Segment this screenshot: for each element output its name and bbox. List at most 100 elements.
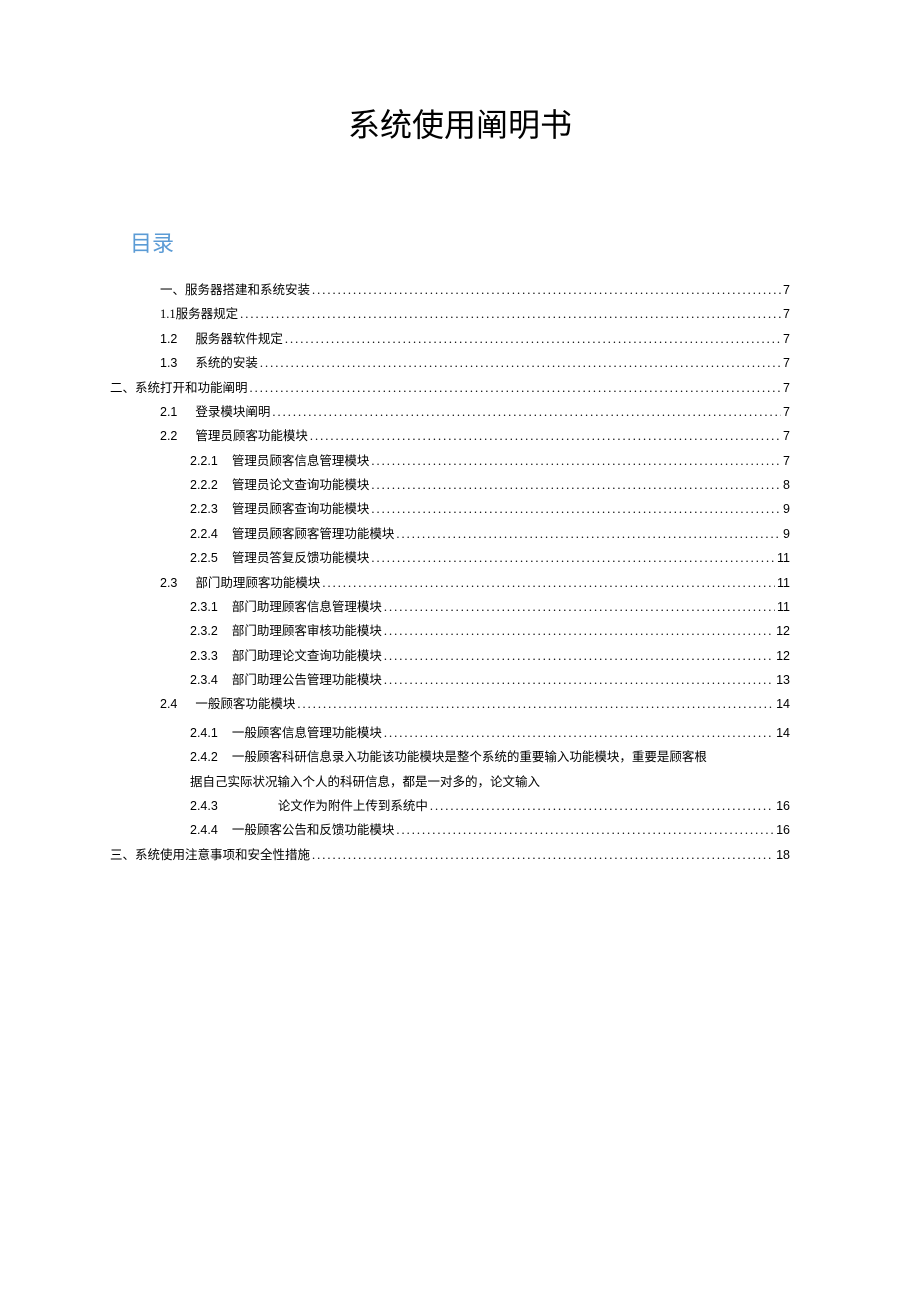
toc-entry: 1.1服务器规定 7 <box>130 302 790 326</box>
toc-label: 部门助理公告管理功能模块 <box>232 668 382 692</box>
toc-page: 16 <box>776 794 790 818</box>
toc-entry: 2.2.3 管理员顾客查询功能模块 9 <box>130 497 790 521</box>
toc-num: 2.2.2 <box>190 473 218 497</box>
toc-page: 11 <box>777 546 790 570</box>
toc-entry: 2.3 部门助理顾客功能模块 11 <box>130 571 790 595</box>
toc-page: 11 <box>777 571 790 595</box>
toc-page: 18 <box>776 843 790 867</box>
toc-entry: 二、系统打开和功能阐明 7 <box>110 376 790 400</box>
toc-entry: 2.4.4 一般顾客公告和反馈功能模块 16 <box>130 818 790 842</box>
toc-page: 16 <box>776 818 790 842</box>
toc-leader <box>371 449 781 473</box>
toc-page: 14 <box>776 721 790 745</box>
toc-num: 2.2.5 <box>190 546 218 570</box>
toc-entry: 2.3.3 部门助理论文查询功能模块 12 <box>130 644 790 668</box>
toc-num: 2.3.3 <box>190 644 218 668</box>
toc-entry: 一、服务器搭建和系统安装 7 <box>130 278 790 302</box>
toc-leader <box>312 278 781 302</box>
toc-page: 11 <box>777 595 790 619</box>
toc-label: 一般顾客功能模块 <box>195 692 295 716</box>
toc-num: 三、 <box>110 848 135 862</box>
toc-num: 2.4.1 <box>190 721 218 745</box>
toc-page: 7 <box>783 449 790 473</box>
toc-page: 9 <box>783 522 790 546</box>
toc-leader <box>312 843 774 867</box>
toc-num: 2.2.4 <box>190 522 218 546</box>
toc-entry: 三、系统使用注意事项和安全性措施 18 <box>110 843 790 867</box>
toc-page: 8 <box>783 473 790 497</box>
toc-label: 管理员答复反馈功能模块 <box>232 546 370 570</box>
toc-label: 管理员顾客查询功能模块 <box>232 497 370 521</box>
toc-leader <box>250 376 782 400</box>
toc-entry: 2.3.1 部门助理顾客信息管理模块 11 <box>130 595 790 619</box>
toc-num: 2.3.1 <box>190 595 218 619</box>
toc-page: 7 <box>783 400 790 424</box>
toc-label: 管理员论文查询功能模块 <box>232 473 370 497</box>
toc-page: 9 <box>783 497 790 521</box>
toc-num: 2.3.2 <box>190 619 218 643</box>
toc-entry: 2.2.5 管理员答复反馈功能模块 11 <box>130 546 790 570</box>
toc-entry: 2.4.1 一般顾客信息管理功能模块 14 <box>130 721 790 745</box>
toc-page: 14 <box>776 692 790 716</box>
toc-entry: 2.2.1 管理员顾客信息管理模块 7 <box>130 449 790 473</box>
toc-leader <box>272 400 781 424</box>
toc-label: 管理员顾客顾客管理功能模块 <box>232 522 395 546</box>
toc-page: 12 <box>776 644 790 668</box>
toc-num: 1.3 <box>160 351 177 375</box>
toc-num: 一、 <box>160 283 185 297</box>
toc-entry: 1.3 系统的安装 7 <box>130 351 790 375</box>
toc-leader <box>310 424 781 448</box>
toc-leader <box>384 668 774 692</box>
toc-label: 管理员顾客信息管理模块 <box>232 449 370 473</box>
toc-num: 2.4 <box>160 692 177 716</box>
toc-entry: 2.4 一般顾客功能模块 14 <box>130 692 790 716</box>
toc-entry-continuation: 据自己实际状况输入个人的科研信息，都是一对多的，论文输入 <box>130 770 790 794</box>
toc-leader <box>396 522 781 546</box>
toc-num: 2.3.4 <box>190 668 218 692</box>
toc-entry: 2.1 登录模块阐明 7 <box>130 400 790 424</box>
toc-num: 2.2.3 <box>190 497 218 521</box>
toc-leader <box>285 327 781 351</box>
toc-num: 2.4.4 <box>190 818 218 842</box>
toc-label: 服务器软件规定 <box>195 327 283 351</box>
toc-label: 一般顾客信息管理功能模块 <box>232 721 382 745</box>
toc-label: 部门助理顾客审核功能模块 <box>232 619 382 643</box>
toc-page: 7 <box>783 302 790 326</box>
document-title: 系统使用阐明书 <box>130 100 790 146</box>
toc-leader <box>430 794 774 818</box>
toc-label: 系统使用注意事项和安全性措施 <box>135 848 310 862</box>
toc-num: 2.2.1 <box>190 449 218 473</box>
toc-leader <box>384 721 774 745</box>
toc-num: 2.1 <box>160 400 177 424</box>
toc-label: 管理员顾客功能模块 <box>195 424 308 448</box>
toc-num: 二、 <box>110 381 135 395</box>
toc-label: 部门助理顾客功能模块 <box>195 571 320 595</box>
toc-label: 一般顾客科研信息录入功能该功能模块是整个系统的重要输入功能模块，重要是顾客根 <box>232 745 707 769</box>
toc-leader <box>396 818 774 842</box>
toc-label: 登录模块阐明 <box>195 400 270 424</box>
toc-leader <box>384 619 774 643</box>
toc-num: 2.2 <box>160 424 177 448</box>
toc-label: 系统的安装 <box>195 351 258 375</box>
table-of-contents: 一、服务器搭建和系统安装 7 1.1服务器规定 7 1.2 服务器软件规定 7 … <box>130 278 790 867</box>
toc-entry: 2.2.4 管理员顾客顾客管理功能模块 9 <box>130 522 790 546</box>
toc-num: 2.4.3 <box>190 794 218 818</box>
toc-page: 7 <box>783 327 790 351</box>
toc-page: 7 <box>783 424 790 448</box>
toc-entry: 2.2 管理员顾客功能模块 7 <box>130 424 790 448</box>
toc-leader <box>240 302 781 326</box>
toc-page: 12 <box>776 619 790 643</box>
toc-entry: 2.2.2 管理员论文查询功能模块 8 <box>130 473 790 497</box>
toc-page: 7 <box>783 278 790 302</box>
toc-page: 7 <box>783 376 790 400</box>
toc-num: 1.1 <box>160 307 176 321</box>
toc-leader <box>371 473 781 497</box>
toc-leader <box>260 351 781 375</box>
toc-leader <box>322 571 775 595</box>
document-page: 系统使用阐明书 目录 一、服务器搭建和系统安装 7 1.1服务器规定 7 1.2… <box>0 0 920 927</box>
toc-heading: 目录 <box>130 226 790 258</box>
toc-leader <box>371 497 781 521</box>
toc-entry: 2.3.4 部门助理公告管理功能模块 13 <box>130 668 790 692</box>
toc-leader <box>384 644 774 668</box>
toc-entry: 2.4.3 论文作为附件上传到系统中 16 <box>130 794 790 818</box>
